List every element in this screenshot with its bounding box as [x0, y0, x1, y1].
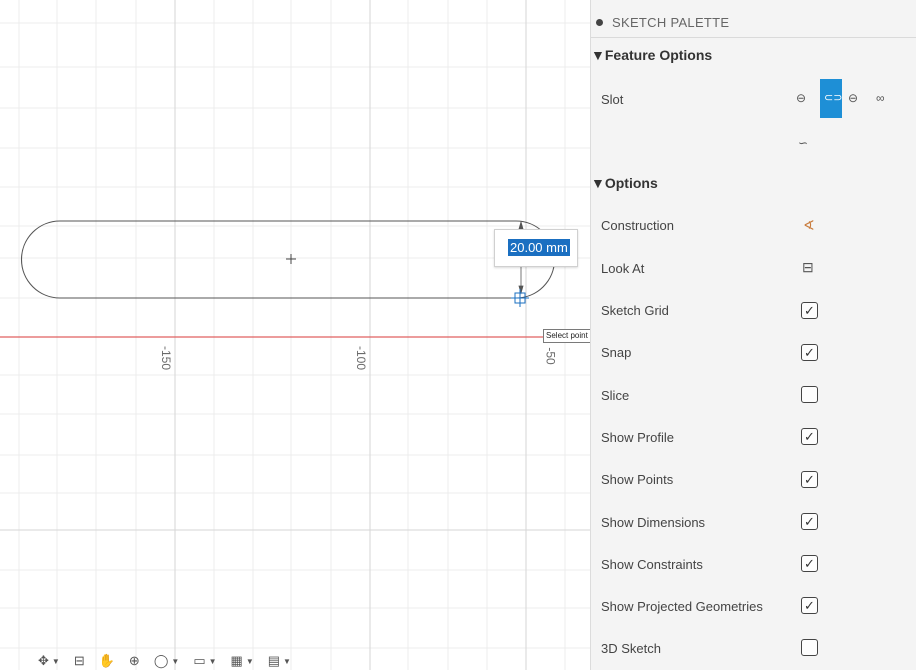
divider: [591, 37, 916, 38]
construction-icon[interactable]: ∢: [803, 217, 815, 234]
grid-settings-icon[interactable]: ▦ ▼: [231, 653, 254, 669]
three-point-arc-slot-icon[interactable]: ∞: [876, 91, 885, 105]
slot-center-point[interactable]: [286, 254, 296, 264]
show-profile-label: Show Profile: [601, 430, 674, 445]
sketch-grid-label: Sketch Grid: [601, 303, 669, 318]
construction-label: Construction: [601, 218, 674, 233]
viewports-icon[interactable]: ▤ ▼: [268, 653, 291, 669]
slice-label: Slice: [601, 388, 630, 403]
center-to-center-slot-icon[interactable]: ⊖: [796, 91, 806, 105]
tooltip: Select point on slot: [543, 329, 590, 343]
sketch-canvas[interactable]: 20.00 mm Select point on slot -150 -100 …: [0, 0, 590, 670]
dimension-input[interactable]: 20.00 mm: [508, 239, 570, 256]
palette-title: SKETCH PALETTE: [612, 14, 730, 30]
overall-slot-button[interactable]: ⊂⊃: [820, 79, 842, 118]
axis-tick-label: -150: [159, 345, 174, 371]
navigation-toolbar: ✥ ▼ ⊟ ✋ ⊕ ◯ ▼ ▭ ▼ ▦ ▼ ▤ ▼: [38, 652, 291, 670]
axis-tick-label: -100: [354, 345, 369, 371]
zoom-icon[interactable]: ⊕: [129, 653, 140, 669]
sketch-palette: SKETCH PALETTE ▼Feature Options Slot ⊖ ⊂…: [590, 0, 916, 670]
fit-icon[interactable]: ◯ ▼: [154, 653, 179, 669]
feature-options-header[interactable]: ▼Feature Options: [591, 47, 712, 63]
collapse-dot-icon[interactable]: [596, 18, 603, 26]
show-projected-geometries-checkbox[interactable]: ✓: [801, 597, 818, 614]
palette-header[interactable]: SKETCH PALETTE: [591, 12, 916, 32]
show-points-checkbox[interactable]: ✓: [801, 471, 818, 488]
slot-label: Slot: [601, 92, 624, 107]
look-at-label: Look At: [601, 261, 645, 276]
show-profile-checkbox[interactable]: ✓: [801, 428, 818, 445]
sketch-grid-checkbox[interactable]: ✓: [801, 302, 818, 319]
show-dimensions-label: Show Dimensions: [601, 515, 706, 530]
3d-sketch-label: 3D Sketch: [601, 641, 661, 656]
3d-sketch-checkbox[interactable]: [801, 639, 818, 656]
minor-grid: [0, 0, 590, 670]
show-points-label: Show Points: [601, 472, 674, 487]
pan-icon[interactable]: ✋: [99, 653, 115, 669]
center-point-slot-icon[interactable]: ⊖: [848, 91, 858, 105]
options-header[interactable]: ▼Options: [591, 175, 658, 191]
show-dimensions-checkbox[interactable]: ✓: [801, 513, 818, 530]
axis-tick-label: -50: [543, 347, 558, 365]
show-constraints-checkbox[interactable]: ✓: [801, 555, 818, 572]
show-projected-geometries-label: Show Projected Geometries: [601, 599, 763, 614]
sketch-graphics: [0, 0, 590, 670]
orbit-icon[interactable]: ✥ ▼: [38, 653, 60, 669]
overall-slot-icon: ⊂⊃: [824, 92, 843, 104]
look-at-icon[interactable]: ⊟: [74, 653, 85, 669]
display-settings-icon[interactable]: ▭ ▼: [193, 653, 216, 669]
look-at-icon[interactable]: ⊟: [802, 259, 814, 276]
show-constraints-label: Show Constraints: [601, 557, 703, 572]
snap-checkbox[interactable]: ✓: [801, 344, 818, 361]
center-point-arc-slot-icon[interactable]: ∽: [798, 136, 808, 150]
snap-label: Snap: [601, 345, 632, 360]
slice-checkbox[interactable]: [801, 386, 818, 403]
